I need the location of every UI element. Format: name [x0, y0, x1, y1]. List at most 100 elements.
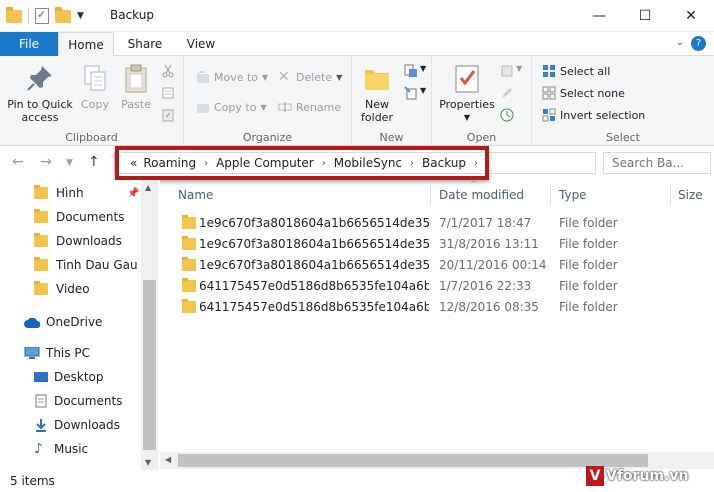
- column-type[interactable]: Type: [559, 188, 587, 202]
- move-to-button[interactable]: Move to ▼: [196, 70, 268, 84]
- close-button[interactable]: ✕: [668, 0, 714, 32]
- chevron-down-icon[interactable]: ▼: [420, 64, 426, 73]
- nav-item-label: Hình: [56, 186, 84, 200]
- recent-locations-icon[interactable]: ▼: [66, 158, 73, 168]
- file-name: 641175457e0d5186d8b6535fe104a6b60bb...: [199, 279, 429, 293]
- paste-label: Paste: [121, 98, 151, 111]
- paste-button[interactable]: Paste: [118, 62, 154, 111]
- tab-share[interactable]: Share: [120, 32, 170, 56]
- move-icon: [196, 70, 210, 84]
- column-divider[interactable]: [670, 184, 671, 206]
- file-date: 12/8/2016 08:35: [439, 300, 539, 314]
- properties-icon[interactable]: [35, 8, 49, 24]
- nav-item-video[interactable]: Video: [34, 278, 90, 300]
- quick-access-toolbar: ▼: [6, 6, 84, 24]
- column-divider[interactable]: [430, 184, 431, 206]
- column-date-modified[interactable]: Date modified: [439, 188, 524, 202]
- nav-item-downloads[interactable]: Downloads: [34, 230, 122, 252]
- pin-icon[interactable]: 📌: [127, 188, 139, 199]
- divider: [28, 8, 29, 24]
- edit-icon[interactable]: [500, 86, 514, 100]
- copy-path-icon[interactable]: [161, 86, 175, 100]
- nav-item-tinh-dau-gau[interactable]: Tinh Dau Gau: [34, 254, 138, 276]
- scrollbar-thumb[interactable]: [143, 280, 156, 450]
- invert-selection-button[interactable]: Invert selection: [542, 108, 645, 122]
- folder-icon: [182, 299, 196, 313]
- scroll-left-icon[interactable]: ◀: [165, 455, 171, 464]
- tab-view[interactable]: View: [178, 32, 224, 56]
- rename-icon: [278, 100, 292, 114]
- pin-label: Pin to Quick access: [7, 98, 73, 124]
- column-name[interactable]: Name: [178, 188, 213, 202]
- copy-icon: [79, 62, 111, 94]
- scroll-up-icon[interactable]: ▲: [145, 183, 151, 192]
- folder-icon: [34, 185, 48, 199]
- navigation-pane-scrollbar[interactable]: ▲ ▼: [141, 180, 158, 470]
- nav-item-label: OneDrive: [46, 315, 103, 329]
- file-name: 1e9c670f3a8018604a1b6656514de35c2764...: [199, 216, 429, 230]
- back-arrow-icon[interactable]: ←: [12, 154, 24, 170]
- history-icon[interactable]: [500, 108, 514, 122]
- new-item-icon[interactable]: [404, 64, 418, 78]
- delete-button[interactable]: ✕ Delete ▼: [278, 70, 342, 84]
- document-icon: [34, 394, 48, 408]
- chevron-down-icon[interactable]: ▼: [516, 64, 522, 73]
- table-row[interactable]: 1e9c670f3a8018604a1b6656514de35c2764... …: [172, 213, 702, 234]
- select-all-button[interactable]: Select all: [542, 64, 610, 78]
- new-folder-button[interactable]: New folder: [356, 62, 398, 124]
- new-group: New folder ▼ ▼ New: [352, 56, 432, 146]
- table-row[interactable]: 641175457e0d5186d8b6535fe104a6b60bb... 1…: [172, 276, 702, 297]
- minimize-button[interactable]: —: [576, 0, 622, 32]
- column-divider[interactable]: [550, 184, 551, 206]
- scrollbar-thumb[interactable]: [178, 454, 648, 467]
- column-size[interactable]: Size: [678, 188, 703, 202]
- file-type: File folder: [559, 279, 618, 293]
- table-row[interactable]: 1e9c670f3a8018604a1b6656514de35c2764... …: [172, 255, 702, 276]
- open-icon[interactable]: [500, 64, 514, 78]
- nav-item-pc-downloads[interactable]: Downloads: [34, 414, 120, 436]
- new-group-label: New: [379, 131, 404, 144]
- file-type: File folder: [559, 258, 618, 272]
- chevron-down-icon: ▼: [463, 113, 471, 122]
- nav-item-this-pc[interactable]: This PC: [24, 342, 90, 364]
- up-arrow-icon[interactable]: ↑: [88, 154, 100, 170]
- tab-file[interactable]: File: [0, 32, 58, 56]
- pin-to-quick-access-button[interactable]: Pin to Quick access: [4, 62, 76, 124]
- nav-item-label: Tinh Dau Gau: [56, 258, 138, 272]
- chevron-down-icon[interactable]: ⌄: [676, 37, 684, 48]
- nav-item-hinh[interactable]: Hình: [34, 182, 84, 204]
- nav-item-desktop[interactable]: Desktop: [34, 366, 104, 388]
- copy-button[interactable]: Copy: [78, 62, 112, 111]
- rename-button[interactable]: Rename: [278, 100, 341, 114]
- chevron-down-icon[interactable]: ▼: [420, 86, 426, 95]
- nav-item-documents[interactable]: Documents: [34, 206, 124, 228]
- tab-home[interactable]: Home: [58, 32, 114, 57]
- table-row[interactable]: 1e9c670f3a8018604a1b6656514de35c2764... …: [172, 234, 702, 255]
- file-date: 7/1/2017 18:47: [439, 216, 532, 230]
- search-input[interactable]: Search Ba...: [603, 152, 711, 174]
- properties-button[interactable]: Properties ▼: [438, 62, 496, 124]
- computer-icon: [24, 346, 40, 359]
- folder-icon: [182, 278, 196, 292]
- copy-label: Copy: [81, 98, 109, 111]
- nav-item-onedrive[interactable]: OneDrive: [24, 311, 102, 333]
- copy-to-button[interactable]: Copy to ▼: [196, 100, 267, 114]
- chevron-down-icon[interactable]: ▼: [77, 11, 84, 21]
- file-name: 1e9c670f3a8018604a1b6656514de35c2764...: [199, 237, 429, 251]
- nav-item-music[interactable]: ♪ Music: [34, 438, 88, 460]
- scissors-icon[interactable]: [161, 64, 175, 78]
- nav-item-label: This PC: [46, 346, 90, 360]
- nav-item-label: Downloads: [56, 234, 122, 248]
- delete-icon: ✕: [278, 69, 290, 85]
- table-row[interactable]: 641175457e0d5186d8b6535fe104a6b60bb... 1…: [172, 297, 702, 318]
- paste-shortcut-icon[interactable]: [161, 108, 175, 122]
- select-none-button[interactable]: Select none: [542, 86, 625, 100]
- maximize-button[interactable]: ☐: [622, 0, 668, 32]
- scroll-down-icon[interactable]: ▼: [145, 458, 151, 467]
- easy-access-icon[interactable]: [404, 86, 418, 100]
- new-folder-icon[interactable]: [55, 6, 71, 23]
- help-icon[interactable]: ?: [691, 36, 706, 51]
- forward-arrow-icon[interactable]: →: [40, 154, 52, 170]
- nav-item-pc-documents[interactable]: Documents: [34, 390, 122, 412]
- open-group: Properties ▼ ▼ Open: [432, 56, 532, 146]
